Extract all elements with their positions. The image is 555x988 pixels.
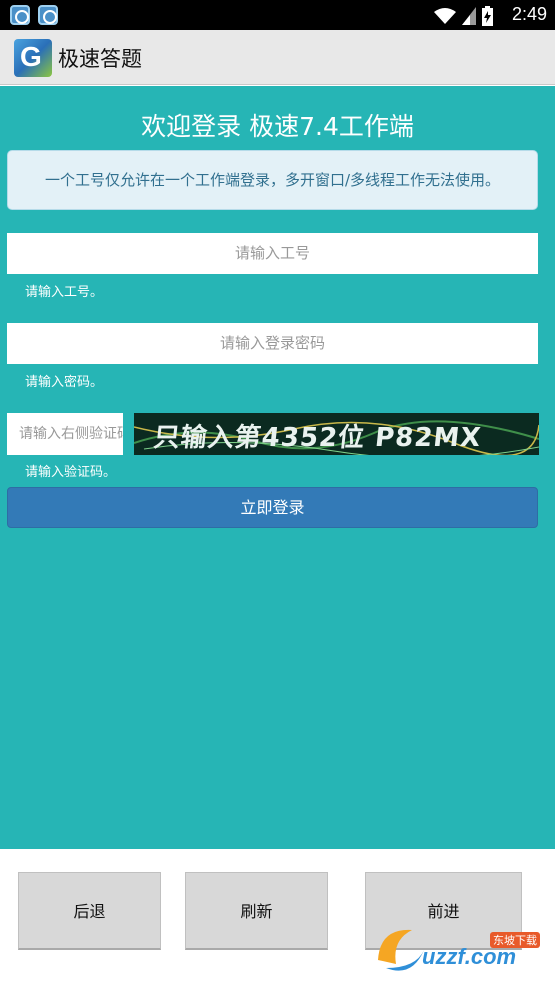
clock: 2:49 (511, 4, 547, 24)
employee-id-helper: 请输入工号。 (25, 285, 104, 300)
app-bar: G 极速答题 (0, 30, 555, 85)
captcha-helper: 请输入验证码。 (25, 465, 117, 480)
wifi-icon (434, 8, 456, 24)
welcome-heading: 欢迎登录 极速7.4工作端 (141, 112, 414, 141)
app-notification-icon (38, 5, 58, 25)
back-button[interactable]: 后退 (18, 872, 161, 950)
login-panel: 欢迎登录 极速7.4工作端 一个工号仅允许在一个工作端登录，多开窗口/多线程工作… (0, 86, 555, 849)
battery-charging-icon (482, 6, 493, 26)
captcha-text: 只输入第4352位 P82MX (152, 423, 483, 453)
watermark-site: uzzf.com (422, 944, 517, 969)
status-bar: 2:49 (0, 0, 555, 30)
captcha-input[interactable]: 请输入右侧验证码 (7, 413, 123, 455)
password-input[interactable]: 请输入登录密码 (7, 323, 538, 364)
app-notification-icon (10, 5, 30, 25)
password-helper: 请输入密码。 (25, 375, 104, 390)
app-title: 极速答题 (58, 47, 142, 71)
system-icons (434, 6, 493, 26)
login-button[interactable]: 立即登录 (7, 487, 538, 528)
app-logo-icon: G (14, 39, 52, 77)
signal-icon (462, 7, 476, 25)
app-logo-letter: G (20, 41, 42, 72)
site-watermark: 东坡下载 uzzf.com (372, 920, 552, 980)
refresh-button[interactable]: 刷新 (185, 872, 328, 950)
employee-id-input[interactable]: 请输入工号 (7, 233, 538, 274)
notice-alert: 一个工号仅允许在一个工作端登录，多开窗口/多线程工作无法使用。 (7, 150, 538, 210)
captcha-image[interactable]: 只输入第4352位 P82MX (134, 413, 539, 455)
